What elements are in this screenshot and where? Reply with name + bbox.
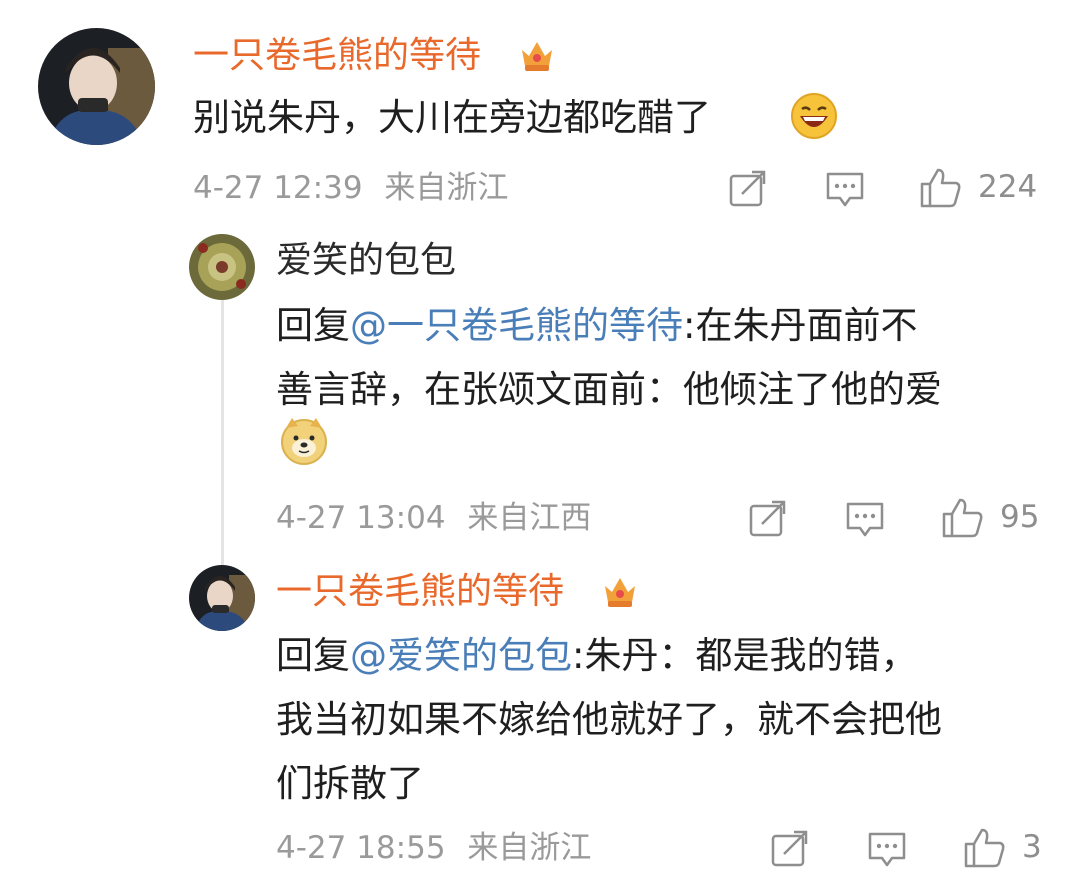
comment-button[interactable] [844,500,886,544]
share-button[interactable] [728,170,768,212]
reply-text: 回复@爱笑的包包:朱丹：都是我的错， 我当初如果不嫁给他就好了，就不会把他 们拆… [276,624,1046,816]
reply-prefix: 回复 [276,634,350,677]
share-icon [749,500,786,537]
share-icon [771,830,808,867]
reply-date: 4-27 18:55 [276,830,446,866]
doge-emoji [278,414,330,470]
reply-location: 来自江西 [467,500,592,536]
comment-body: 别说朱丹，大川在旁边都吃醋了 [193,96,711,139]
crown-badge-icon [517,34,557,74]
comment-icon [826,172,864,207]
mention-link[interactable]: @爱笑的包包 [350,634,572,677]
reply-author[interactable]: 爱笑的包包 [276,243,456,279]
avatar[interactable] [189,234,255,300]
reply-text: 回复@一只卷毛熊的等待:在朱丹面前不 善言辞，在张颂文面前：他倾注了他的爱 [276,294,1046,422]
thumbs-up-icon [920,168,961,208]
mention-link[interactable]: @一只卷毛熊的等待 [350,304,683,347]
like-count: 224 [978,168,1038,205]
like-count: 3 [1022,828,1042,865]
thumbs-up-icon [964,828,1005,868]
crown-badge-icon [600,570,640,610]
reply-location: 来自浙江 [467,830,592,866]
thread-line [221,300,224,565]
like-button[interactable]: 224 [918,166,1037,208]
reply-meta: 4-27 18:55 来自浙江 [276,833,591,864]
comment-author[interactable]: 一只卷毛熊的等待 [193,38,481,74]
comment-button[interactable] [866,830,908,874]
avatar[interactable] [189,565,255,631]
reply-prefix: 回复 [276,304,350,347]
comment-text: 别说朱丹，大川在旁边都吃醋了 [193,86,711,150]
share-icon [729,170,766,207]
comment-button[interactable] [824,170,866,214]
like-count: 95 [1000,498,1040,535]
laughing-face-emoji [790,92,838,144]
share-button[interactable] [748,500,788,542]
reply-body-line2: 善言辞，在张颂文面前：他倾注了他的爱 [276,368,942,411]
like-button[interactable]: 3 [962,826,1042,868]
like-button[interactable]: 95 [940,496,1039,538]
comment-icon [846,502,884,537]
reply-body-line1: :在朱丹面前不 [683,304,918,347]
thumbs-up-icon [942,498,983,538]
reply-body-line2: 我当初如果不嫁给他就好了，就不会把他 [276,698,942,741]
reply-body-line3: 们拆散了 [276,762,424,805]
comment-meta: 4-27 12:39 来自浙江 [193,173,508,204]
reply-meta: 4-27 13:04 来自江西 [276,503,591,534]
reply-body-line1: :朱丹：都是我的错， [572,634,918,677]
comment-icon [868,832,906,867]
comment-location: 来自浙江 [384,170,509,206]
reply-author[interactable]: 一只卷毛熊的等待 [276,574,564,610]
reply-date: 4-27 13:04 [276,500,446,536]
avatar[interactable] [38,28,155,145]
comment-date: 4-27 12:39 [193,170,363,206]
share-button[interactable] [770,830,810,872]
